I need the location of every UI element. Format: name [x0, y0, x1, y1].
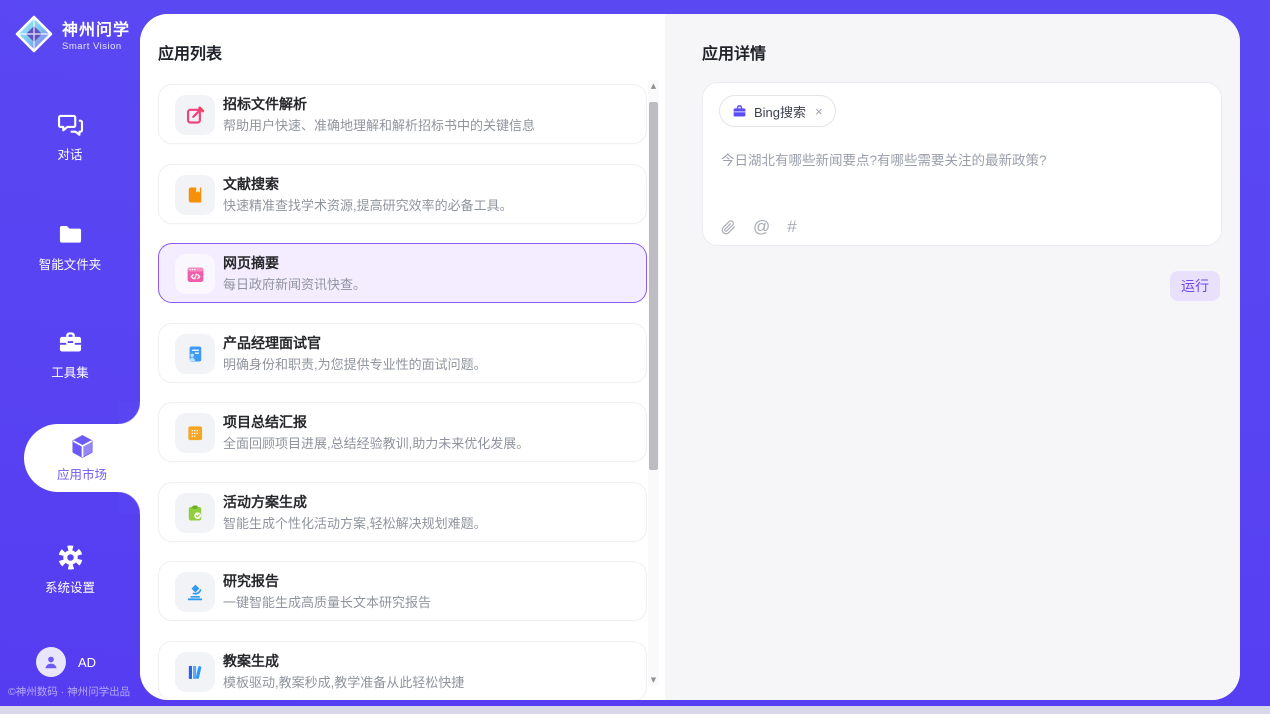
prompt-input[interactable]: 今日湖北有哪些新闻要点?有哪些需要关注的最新政策? [721, 151, 1201, 171]
folder-icon [57, 221, 84, 248]
sidebar-item-label: 工具集 [51, 366, 89, 380]
app-card-title: 项目总结汇报 [223, 412, 307, 432]
sidebar-item-chat[interactable]: 对话 [0, 111, 140, 164]
book-icon [185, 185, 205, 205]
app-list-title: 应用列表 [158, 40, 222, 64]
app-card-title: 研究报告 [223, 571, 279, 591]
app-icon-tile [175, 493, 215, 533]
copyright-footer: ©神州数码 · 神州问学出品 [8, 684, 140, 699]
app-card-1[interactable]: 招标文件解析 帮助用户快速、准确地理解和解析招标书中的关键信息 [158, 84, 647, 144]
app-icon-tile [175, 175, 215, 215]
sidebar-item-toolset[interactable]: 工具集 [0, 329, 140, 382]
sidebar-item-smart-folder[interactable]: 智能文件夹 [0, 221, 140, 274]
edit-doc-icon [185, 105, 206, 126]
brand-name: 神州问学 [62, 16, 130, 40]
microscope-icon [185, 582, 205, 602]
list-scrollbar[interactable]: ▲ ▼ [648, 80, 659, 686]
app-card-description: 快速精准查找学术资源,提高研究效率的必备工具。 [223, 195, 513, 214]
user-initials: AD [78, 655, 96, 670]
app-detail-pane: 应用详情 Bing搜索 × 今日湖北有哪些新闻要点?有哪些需要关注的最新政策? [665, 14, 1240, 700]
sidebar: 神州问学 Smart Vision 对话 智能文件夹 工具集 应用市场 [0, 0, 140, 714]
briefcase-icon [732, 104, 747, 119]
prompt-card: Bing搜索 × 今日湖北有哪些新闻要点?有哪些需要关注的最新政策? @ # [702, 82, 1222, 246]
run-button[interactable]: 运行 [1170, 271, 1220, 301]
app-card-3[interactable]: 网页摘要 每日政府新闻资讯快查。 [158, 243, 647, 303]
input-toolbar: @ # [721, 217, 797, 237]
app-card-title: 教案生成 [223, 651, 279, 671]
brand-subtitle: Smart Vision [62, 41, 130, 52]
sidebar-item-label: 应用市场 [57, 468, 107, 482]
app-card-description: 一键智能生成高质量长文本研究报告 [223, 592, 431, 611]
app-card-list: 招标文件解析 帮助用户快速、准确地理解和解析招标书中的关键信息 文献搜索 快速精… [158, 84, 647, 700]
app-card-title: 招标文件解析 [223, 94, 307, 114]
sidebar-item-label: 系统设置 [45, 581, 95, 595]
app-card-8[interactable]: 教案生成 模板驱动,教案秒成,教学准备从此轻松快捷 [158, 641, 647, 701]
app-icon-tile [175, 413, 215, 453]
cube-icon [69, 433, 96, 460]
gear-icon [57, 544, 84, 571]
app-card-7[interactable]: 研究报告 一键智能生成高质量长文本研究报告 [158, 561, 647, 621]
app-icon-tile [175, 572, 215, 612]
sidebar-item-label: 智能文件夹 [39, 258, 102, 272]
brand-diamond-icon [14, 14, 54, 54]
interview-doc-icon [185, 344, 205, 364]
clipboard-check-icon [185, 503, 205, 523]
scroll-up-icon[interactable]: ▲ [648, 80, 659, 92]
app-list-pane: 应用列表 招标文件解析 帮助用户快速、准确地理解和解析招标书中的关键信息 文献搜… [140, 14, 665, 700]
tool-chip-bing-search[interactable]: Bing搜索 × [719, 95, 836, 127]
scrollbar-thumb[interactable] [649, 102, 658, 470]
paperclip-icon[interactable] [721, 219, 736, 236]
app-card-description: 明确身份和职责,为您提供专业性的面试问题。 [223, 354, 487, 373]
app-card-title: 产品经理面试官 [223, 333, 321, 353]
app-card-6[interactable]: 活动方案生成 智能生成个性化活动方案,轻松解决规划难题。 [158, 482, 647, 542]
app-card-description: 智能生成个性化活动方案,轻松解决规划难题。 [223, 513, 487, 532]
avatar [36, 647, 66, 677]
app-card-description: 每日政府新闻资讯快查。 [223, 274, 366, 293]
app-card-description: 模板驱动,教案秒成,教学准备从此轻松快捷 [223, 672, 464, 691]
app-card-description: 帮助用户快速、准确地理解和解析招标书中的关键信息 [223, 115, 535, 134]
sidebar-item-settings[interactable]: 系统设置 [0, 544, 140, 597]
app-card-description: 全面回顾项目进展,总结经验教训,助力未来优化发展。 [223, 433, 529, 452]
chat-icon [57, 111, 84, 138]
window-bottom-strip [0, 706, 1270, 714]
brand-logo: 神州问学 Smart Vision [14, 14, 130, 54]
app-card-5[interactable]: 项目总结汇报 全面回顾项目进展,总结经验教训,助力未来优化发展。 [158, 402, 647, 462]
memo-icon [185, 423, 205, 443]
app-icon-tile [175, 254, 215, 294]
app-detail-title: 应用详情 [702, 40, 766, 64]
sidebar-item-label: 对话 [57, 148, 82, 162]
user-account[interactable]: AD [36, 647, 96, 677]
sidebar-item-app-market[interactable]: 应用市场 [24, 424, 140, 492]
toolbox-icon [57, 329, 84, 356]
person-icon [42, 653, 60, 671]
app-card-4[interactable]: 产品经理面试官 明确身份和职责,为您提供专业性的面试问题。 [158, 323, 647, 383]
content-panel: 应用列表 招标文件解析 帮助用户快速、准确地理解和解析招标书中的关键信息 文献搜… [140, 14, 1240, 700]
app-card-title: 网页摘要 [223, 253, 279, 273]
app-icon-tile [175, 652, 215, 692]
scroll-down-icon[interactable]: ▼ [648, 674, 659, 686]
app-icon-tile [175, 95, 215, 135]
books-icon [185, 662, 205, 682]
chip-close-icon[interactable]: × [813, 104, 825, 119]
tool-chip-label: Bing搜索 [754, 102, 806, 121]
app-card-title: 文献搜索 [223, 174, 279, 194]
app-icon-tile [175, 334, 215, 374]
app-card-2[interactable]: 文献搜索 快速精准查找学术资源,提高研究效率的必备工具。 [158, 164, 647, 224]
hash-icon[interactable]: # [787, 217, 796, 237]
app-card-title: 活动方案生成 [223, 492, 307, 512]
web-code-icon [185, 264, 206, 285]
at-icon[interactable]: @ [753, 217, 770, 237]
